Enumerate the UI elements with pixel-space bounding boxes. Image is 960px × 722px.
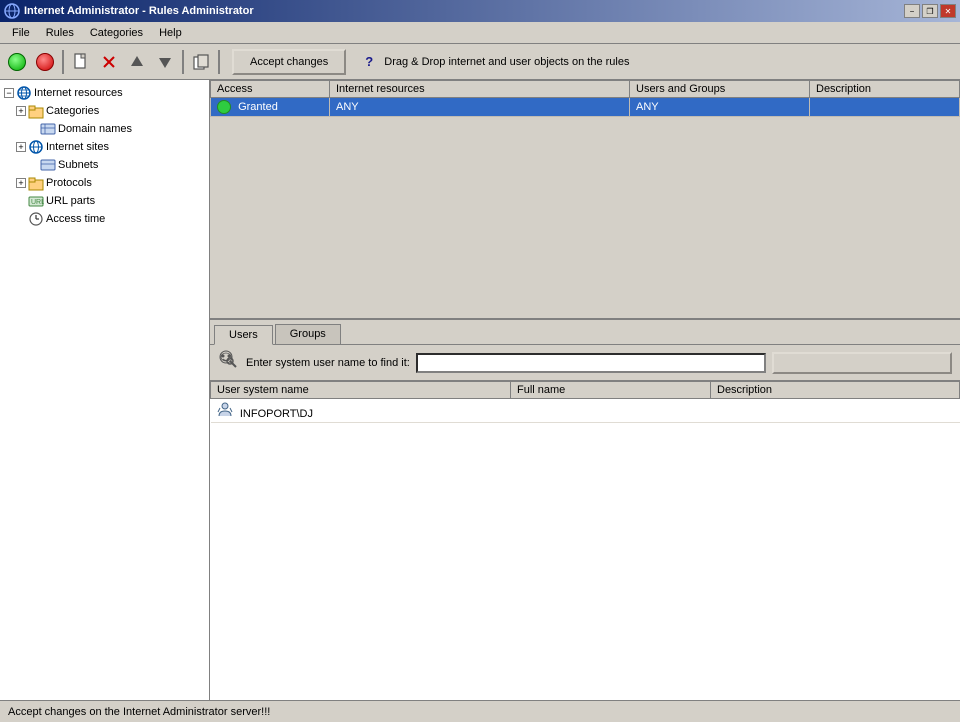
domain-names-icon <box>40 121 56 137</box>
rules-table: Access Internet resources Users and Grou… <box>210 80 960 117</box>
sidebar-item-label-access-time: Access time <box>46 213 105 225</box>
expand-btn-internet-sites[interactable]: + <box>16 142 26 152</box>
user-desc-cell <box>711 399 960 423</box>
col-user-system-name: User system name <box>211 382 511 399</box>
access-cell: Granted <box>211 98 330 117</box>
restore-button[interactable]: ❐ <box>922 4 938 18</box>
access-status-label: Granted <box>238 101 278 113</box>
new-button[interactable] <box>68 49 94 75</box>
right-pane: Access Internet resources Users and Grou… <box>210 80 960 700</box>
sidebar-item-label-categories: Categories <box>46 105 99 117</box>
protocols-icon <box>28 175 44 191</box>
tab-bar: Users Groups <box>210 320 960 345</box>
description-cell <box>810 98 960 117</box>
delete-button[interactable] <box>96 49 122 75</box>
users-table: User system name Full name Description <box>210 381 960 423</box>
svg-text:URL: URL <box>31 199 44 206</box>
status-bar: Accept changes on the Internet Administr… <box>0 700 960 722</box>
sidebar-item-label-subnets: Subnets <box>58 159 98 171</box>
close-button[interactable]: ✕ <box>940 4 956 18</box>
user-system-name-cell: INFOPORT\DJ <box>211 399 511 423</box>
separator-1 <box>62 50 64 74</box>
user-table-row[interactable]: INFOPORT\DJ <box>211 399 960 423</box>
col-description: Description <box>810 81 960 98</box>
move-down-button[interactable] <box>152 49 178 75</box>
copy-button[interactable] <box>188 49 214 75</box>
bottom-panel: Users Groups Enter system user <box>210 320 960 700</box>
sidebar-item-categories[interactable]: + Categories <box>0 102 209 120</box>
disable-button[interactable] <box>32 49 58 75</box>
tab-users[interactable]: Users <box>214 325 273 345</box>
full-name-cell <box>511 399 711 423</box>
user-search-label: Enter system user name to find it: <box>246 357 410 369</box>
col-access: Access <box>211 81 330 98</box>
access-time-icon <box>28 211 44 227</box>
expand-btn-protocols[interactable]: + <box>16 178 26 188</box>
rules-table-container: Access Internet resources Users and Grou… <box>210 80 960 320</box>
menu-rules[interactable]: Rules <box>38 25 82 41</box>
sidebar-item-label-internet-resources: Internet resources <box>34 87 123 99</box>
status-text: Accept changes on the Internet Administr… <box>8 706 270 718</box>
move-up-button[interactable] <box>124 49 150 75</box>
window-title: Internet Administrator - Rules Administr… <box>24 5 904 17</box>
internet-sites-icon <box>28 139 44 155</box>
window-controls: − ❐ ✕ <box>904 4 956 18</box>
main-area: − Internet resources + Cat <box>0 80 960 700</box>
internet-resources-cell: ANY <box>330 98 630 117</box>
app-icon <box>4 3 20 19</box>
sidebar-item-label-internet-sites: Internet sites <box>46 141 109 153</box>
separator-3 <box>218 50 220 74</box>
enable-button[interactable] <box>4 49 30 75</box>
categories-icon <box>28 103 44 119</box>
title-bar: Internet Administrator - Rules Administr… <box>0 0 960 22</box>
menu-bar: File Rules Categories Help <box>0 22 960 44</box>
help-button[interactable]: ? <box>356 49 382 75</box>
menu-file[interactable]: File <box>4 25 38 41</box>
subnets-icon <box>40 157 56 173</box>
user-search-icon <box>218 349 240 376</box>
user-name-label: INFOPORT\DJ <box>240 408 313 420</box>
granted-circle <box>217 100 231 114</box>
minimize-button[interactable]: − <box>904 4 920 18</box>
url-parts-icon: URL <box>28 193 44 209</box>
expand-btn-categories[interactable]: + <box>16 106 26 116</box>
toolbar: Accept changes ? Drag & Drop internet an… <box>0 44 960 80</box>
sidebar-item-url-parts[interactable]: URL URL parts <box>0 192 209 210</box>
tab-groups[interactable]: Groups <box>275 324 341 344</box>
sidebar-item-label-domain-names: Domain names <box>58 123 132 135</box>
sidebar-item-access-time[interactable]: Access time <box>0 210 209 228</box>
col-internet-resources: Internet resources <box>330 81 630 98</box>
sidebar-item-protocols[interactable]: + Protocols <box>0 174 209 192</box>
menu-categories[interactable]: Categories <box>82 25 151 41</box>
sidebar-item-internet-sites[interactable]: + Internet sites <box>0 138 209 156</box>
separator-2 <box>182 50 184 74</box>
internet-resources-icon <box>16 85 32 101</box>
user-search-input[interactable] <box>416 353 766 373</box>
accept-changes-button[interactable]: Accept changes <box>232 49 346 75</box>
user-search-bar: Enter system user name to find it: <box>210 345 960 381</box>
col-users-groups: Users and Groups <box>630 81 810 98</box>
col-user-description: Description <box>711 382 960 399</box>
sidebar-item-subnets[interactable]: Subnets <box>0 156 209 174</box>
col-full-name: Full name <box>511 382 711 399</box>
sidebar-tree: − Internet resources + Cat <box>0 80 210 700</box>
user-icon <box>217 406 236 420</box>
sidebar-item-label-url-parts: URL parts <box>46 195 95 207</box>
drag-drop-hint: Drag & Drop internet and user objects on… <box>384 56 956 68</box>
user-search-button[interactable] <box>772 352 952 374</box>
users-table-container: User system name Full name Description <box>210 381 960 700</box>
sidebar-item-domain-names[interactable]: Domain names <box>0 120 209 138</box>
table-row[interactable]: Granted ANY ANY <box>211 98 960 117</box>
menu-help[interactable]: Help <box>151 25 190 41</box>
sidebar-item-label-protocols: Protocols <box>46 177 92 189</box>
sidebar-item-internet-resources[interactable]: − Internet resources <box>0 84 209 102</box>
users-groups-cell: ANY <box>630 98 810 117</box>
collapse-btn[interactable]: − <box>4 88 14 98</box>
